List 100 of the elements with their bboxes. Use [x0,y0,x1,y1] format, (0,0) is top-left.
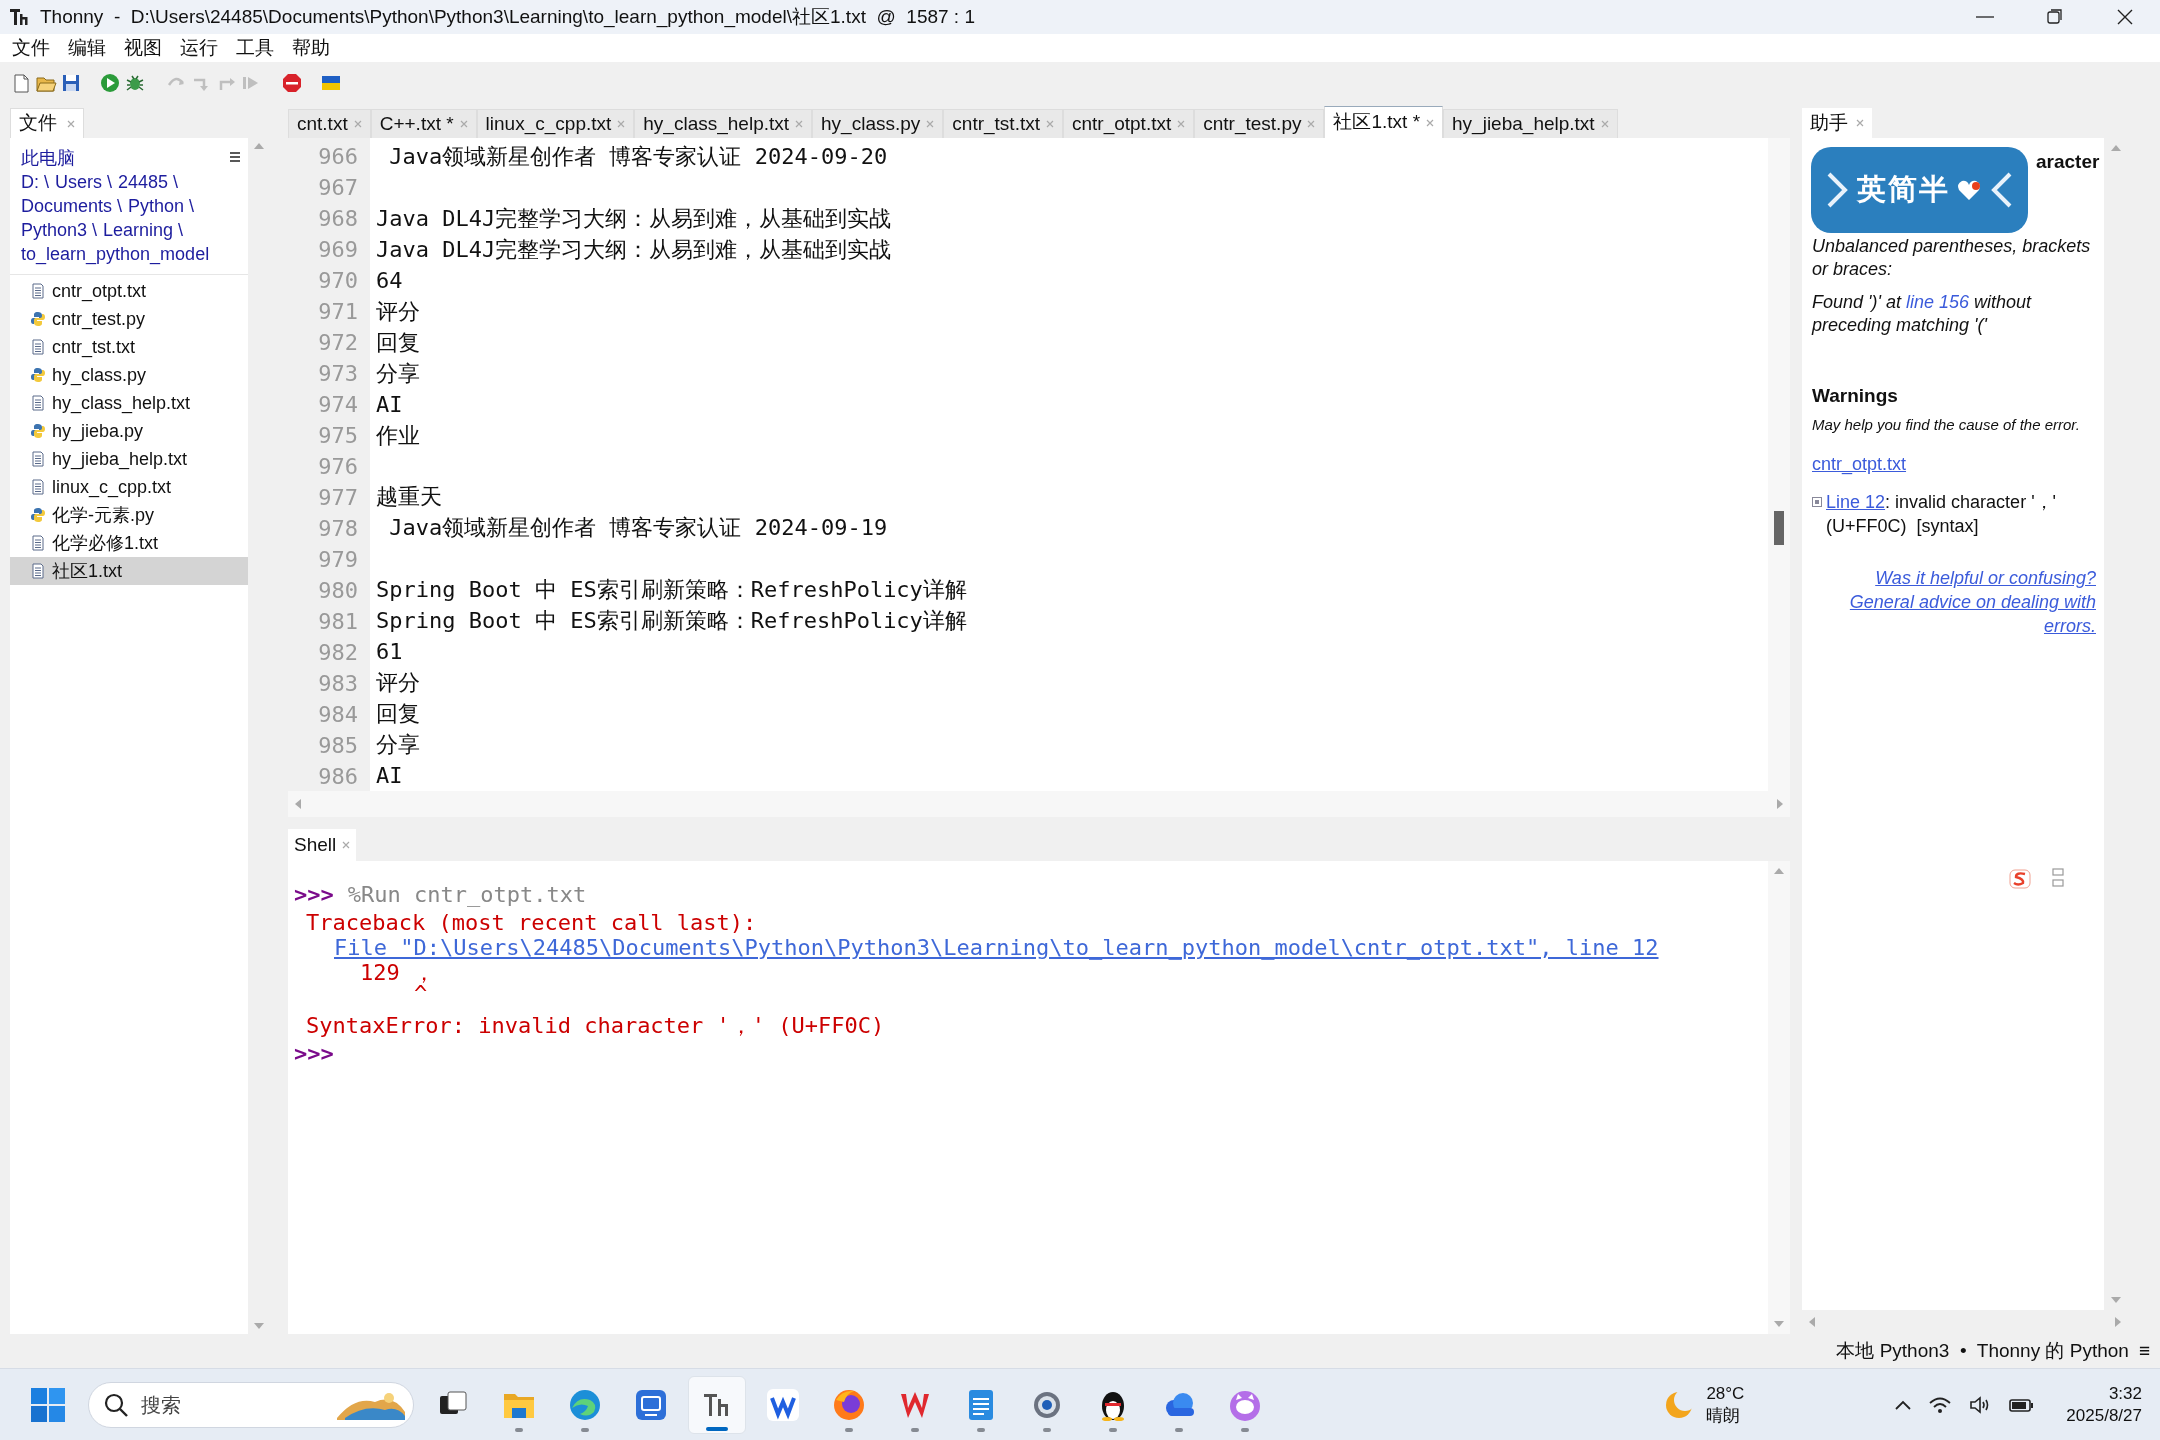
scroll-up-icon[interactable] [1773,867,1785,875]
file-item[interactable]: 社区1.txt [10,557,248,585]
search-field[interactable]: 搜索 [141,1389,291,1420]
editor-tab[interactable]: C++.txt * [370,109,477,138]
close-icon[interactable] [67,119,75,128]
breadcrumb-link[interactable]: Documents \ [21,194,123,218]
menu-item[interactable]: 工具 [228,34,282,62]
line-number: 975 [318,422,358,450]
line-link[interactable]: Line 12 [1826,491,1886,512]
menu-glyph[interactable]: ≡ [2138,1336,2150,1366]
breadcrumb-link[interactable]: Python3 \ [21,218,98,242]
ime-mode-label[interactable]: 英简半 [1857,168,1950,212]
breadcrumb-link[interactable]: Users \ [55,170,113,194]
file-item[interactable]: cntr_tst.txt [10,333,248,361]
editor-tab[interactable]: hy_class_help.txt [634,109,813,138]
scroll-left-icon[interactable] [1808,1316,1816,1328]
python-file-icon [30,423,46,439]
code-line: 越重天 [376,483,443,512]
ime-toolbar[interactable]: 英简半 [1811,147,2028,233]
close-icon[interactable] [459,120,468,128]
close-icon[interactable] [1426,118,1435,127]
scroll-left-icon[interactable] [294,798,302,810]
close-icon[interactable] [1856,119,1864,127]
stop-icon[interactable] [281,72,303,94]
shell-tab[interactable]: Shell [288,829,357,861]
menu-item[interactable]: 帮助 [284,34,338,62]
assistant-tab[interactable]: 助手 [1802,108,1872,138]
file-item[interactable]: hy_jieba.py [10,417,248,445]
file-item[interactable]: hy_class_help.txt [10,389,248,417]
running-indicator [581,1427,589,1432]
close-icon[interactable] [1177,120,1186,128]
feedback-link[interactable]: Was it helpful or confusing? [1812,565,2096,590]
menu-item[interactable]: 视图 [116,34,170,62]
scroll-down-icon[interactable] [253,1322,265,1330]
editor-tab[interactable]: cntr_test.py [1194,109,1325,138]
menu-item[interactable]: 编辑 [60,34,114,62]
file-item[interactable]: 化学必修1.txt [10,529,248,557]
run-icon[interactable] [99,72,121,94]
file-item[interactable]: cntr_test.py [10,305,248,333]
breadcrumb-link[interactable]: to_learn_python_model [21,242,210,266]
scroll-down-icon[interactable] [2110,1296,2122,1304]
editor-tab[interactable]: hy_class.py [812,109,944,138]
scroll-right-icon[interactable] [1776,798,1784,810]
close-icon[interactable] [1600,120,1609,128]
line-number: 970 [318,267,358,295]
editor-tab[interactable]: cnt.txt [288,109,371,138]
close-icon[interactable] [617,120,626,128]
close-icon[interactable] [795,120,804,128]
close-icon[interactable] [1307,120,1316,128]
files-tab[interactable]: 文件 [10,108,84,138]
save-icon[interactable] [60,72,82,94]
file-item[interactable]: 化学-元素.py [10,501,248,529]
small-panel-icon[interactable] [2050,866,2066,890]
close-icon[interactable] [1045,120,1054,128]
editor-tab[interactable]: hy_jieba_help.txt [1443,109,1618,138]
python-file-icon [30,367,46,383]
search-bar[interactable]: 搜索 [88,1381,414,1428]
menu-icon[interactable] [229,152,241,162]
help-link[interactable]: General advice on dealing with errors. [1812,589,2096,638]
file-item[interactable]: hy_class.py [10,361,248,389]
file-item[interactable]: cntr_otpt.txt [10,277,248,305]
editor-tab[interactable]: 社区1.txt * [1324,106,1444,138]
menu-item[interactable]: 文件 [4,34,58,62]
line-link[interactable]: line 156 [1905,291,1969,312]
traceback-link[interactable]: File "D:\Users\24485\Documents\Python\Python3\Learning\to_learn_python_model\cntr_otpt.txt", line 12 [294,935,1768,960]
interpreter-button[interactable]: 本地 Python3 • Thonny 的 Python [1836,1336,2129,1366]
close-icon[interactable] [342,841,351,849]
scrollbar[interactable] [1768,138,1790,791]
editor-tab[interactable]: cntr_tst.txt [943,109,1063,138]
close-icon[interactable] [353,120,362,128]
editor-tab[interactable]: cntr_otpt.txt [1062,109,1195,138]
scrollbar[interactable] [1768,861,1790,1334]
file-link[interactable]: cntr_otpt.txt [1812,450,1907,478]
clock[interactable]: 3:32 2025/8/27 [2066,1382,2142,1427]
chevron-up-icon[interactable] [1894,1398,1913,1411]
breadcrumb-link[interactable]: Python \ [128,194,195,218]
line-number: 976 [318,453,358,481]
file-item[interactable]: hy_jieba_help.txt [10,445,248,473]
code-line: Spring Boot 中 ES索引刷新策略：RefreshPolicy详解 [376,576,968,604]
line-number: 969 [318,236,358,264]
file-item[interactable]: linux_c_cpp.txt [10,473,248,501]
scroll-down-icon[interactable] [1773,1320,1785,1328]
expand-icon[interactable] [1812,496,1822,507]
shell-command: %Run cntr_otpt.txt [347,882,587,907]
editor-tab[interactable]: linux_c_cpp.txt [476,109,635,138]
close-icon[interactable] [926,120,935,128]
breadcrumb-link[interactable]: D: \ [21,170,49,194]
scroll-up-icon[interactable] [253,142,265,150]
scroll-right-icon[interactable] [2114,1316,2122,1328]
taskbar-app[interactable] [688,1375,746,1434]
breadcrumb-link[interactable]: 此电脑 [21,146,237,170]
breadcrumb-link[interactable]: Learning \ [103,218,184,242]
ime-logo-icon[interactable] [2008,866,2034,892]
scrollbar[interactable] [288,791,1790,817]
scroll-up-icon[interactable] [2110,144,2122,152]
breadcrumb-link[interactable]: 24485 \ [118,170,179,194]
text-file-icon [30,535,46,551]
text-file-icon [30,395,46,411]
scrollbar-thumb[interactable] [1774,511,1784,545]
menu-item[interactable]: 运行 [172,34,226,62]
